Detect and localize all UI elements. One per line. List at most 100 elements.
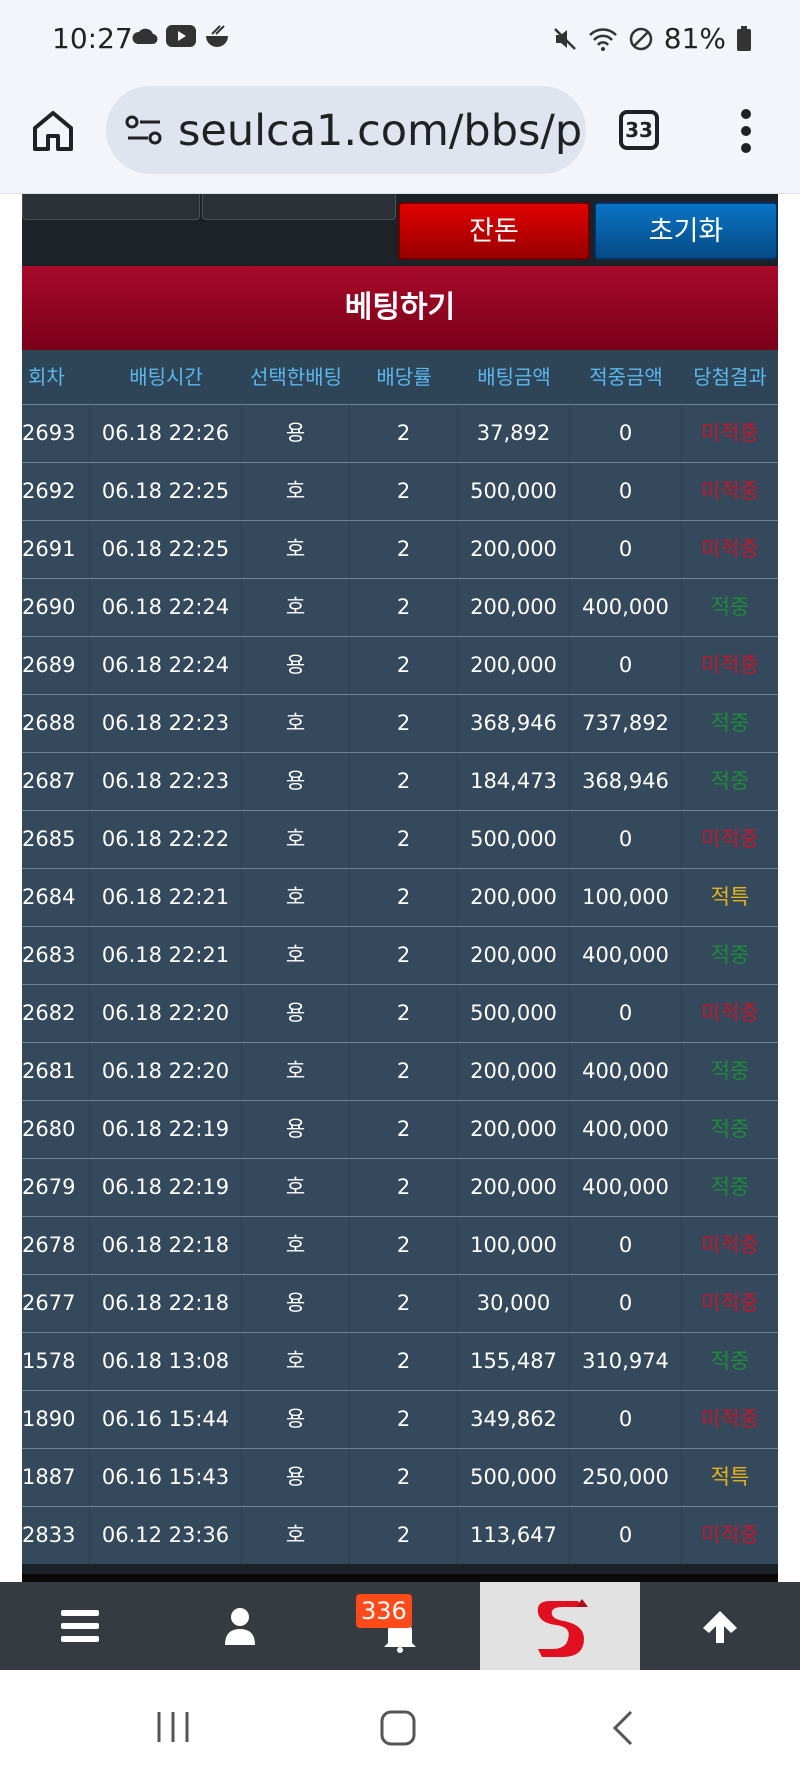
cell-time: 06.18 22:22	[90, 811, 242, 868]
table-row: 2683 06.18 22:21 호 2 200,000 400,000 적중	[22, 926, 778, 984]
section-title: 베팅하기	[22, 266, 778, 350]
cell-pick: 호	[242, 1507, 350, 1564]
cell-bet-amount: 200,000	[458, 521, 570, 578]
table-row: 2688 06.18 22:23 호 2 368,946 737,892 적중	[22, 694, 778, 752]
cell-bet-amount: 30,000	[458, 1275, 570, 1332]
cell-win-amount: 0	[570, 985, 682, 1042]
cell-win-amount: 0	[570, 1275, 682, 1332]
cell-bet-amount: 368,946	[458, 695, 570, 752]
more-icon[interactable]	[736, 108, 756, 154]
cell-win-amount: 400,000	[570, 579, 682, 636]
cell-result: 미적중	[701, 827, 759, 851]
cell-pick: 호	[242, 811, 350, 868]
bottom-navigation: 336	[0, 1582, 800, 1670]
cell-bet-amount: 155,487	[458, 1333, 570, 1390]
cell-win-amount: 0	[570, 1217, 682, 1274]
cell-bet-amount: 37,892	[458, 405, 570, 462]
table-row: 2833 06.12 23:36 호 2 113,647 0 미적중	[22, 1506, 778, 1564]
cell-win-amount: 400,000	[570, 927, 682, 984]
cell-round: 2691	[22, 521, 90, 578]
cell-time: 06.18 13:08	[90, 1333, 242, 1390]
menu-icon	[61, 1610, 99, 1642]
cell-pick: 호	[242, 869, 350, 926]
header-bet: 배팅금액	[477, 365, 551, 389]
tab-switcher-button[interactable]: 33	[619, 110, 659, 150]
url-text: seulca1.com/bbs/p	[178, 106, 583, 156]
cell-time: 06.18 22:20	[90, 985, 242, 1042]
scroll-top-button[interactable]	[640, 1582, 800, 1670]
address-bar[interactable]: seulca1.com/bbs/p	[106, 86, 586, 174]
cell-pick: 호	[242, 1043, 350, 1100]
table-row: 2685 06.18 22:22 호 2 500,000 0 미적중	[22, 810, 778, 868]
menu-button[interactable]	[0, 1582, 160, 1670]
table-row: 2684 06.18 22:21 호 2 200,000 100,000 적특	[22, 868, 778, 926]
table-row: 1890 06.16 15:44 용 2 349,862 0 미적중	[22, 1390, 778, 1448]
user-button[interactable]	[160, 1582, 320, 1670]
cell-round: 2687	[22, 753, 90, 810]
cell-time: 06.18 22:25	[90, 521, 242, 578]
balance-button[interactable]: 잔돈	[398, 202, 590, 260]
cell-odds: 2	[350, 1391, 458, 1448]
header-win: 적중금액	[589, 365, 663, 389]
cell-round: 2692	[22, 463, 90, 520]
cell-result: 미적중	[701, 1407, 759, 1431]
cell-result: 적중	[710, 1349, 750, 1373]
cell-win-amount: 0	[570, 405, 682, 462]
notification-badge: 336	[356, 1594, 412, 1628]
cell-bet-amount: 113,647	[458, 1507, 570, 1564]
cell-round: 2682	[22, 985, 90, 1042]
cell-pick: 용	[242, 1391, 350, 1448]
cell-time: 06.18 22:24	[90, 579, 242, 636]
cell-pick: 용	[242, 1101, 350, 1158]
site-settings-icon[interactable]	[124, 114, 164, 146]
cell-round: 2690	[22, 579, 90, 636]
cell-pick: 호	[242, 463, 350, 520]
cell-round: 2681	[22, 1043, 90, 1100]
status-bar: 10:27 81%	[0, 0, 800, 80]
cell-odds: 2	[350, 405, 458, 462]
youtube-icon	[166, 25, 196, 47]
cell-pick: 용	[242, 753, 350, 810]
cell-pick: 용	[242, 1275, 350, 1332]
cell-result: 미적중	[701, 421, 759, 445]
cell-odds: 2	[350, 1043, 458, 1100]
header-time: 배팅시간	[129, 365, 203, 389]
header-odds: 배당률	[376, 365, 432, 389]
cell-round: 2678	[22, 1217, 90, 1274]
cell-time: 06.18 22:26	[90, 405, 242, 462]
home-icon[interactable]	[30, 108, 76, 154]
cell-win-amount: 368,946	[570, 753, 682, 810]
cell-win-amount: 737,892	[570, 695, 682, 752]
cell-time: 06.12 23:36	[90, 1507, 242, 1564]
back-icon[interactable]	[612, 1710, 634, 1746]
recent-apps-icon[interactable]	[156, 1710, 190, 1744]
cell-result: 적중	[710, 595, 750, 619]
header-pick: 선택한배팅	[250, 365, 342, 389]
cell-pick: 호	[242, 1159, 350, 1216]
cell-time: 06.16 15:44	[90, 1391, 242, 1448]
cell-round: 2693	[22, 405, 90, 462]
cell-bet-amount: 500,000	[458, 985, 570, 1042]
top-tab-stub	[202, 194, 396, 220]
cell-odds: 2	[350, 1507, 458, 1564]
cell-pick: 호	[242, 927, 350, 984]
table-row: 2677 06.18 22:18 용 2 30,000 0 미적중	[22, 1274, 778, 1332]
user-icon	[225, 1608, 255, 1645]
site-logo-button[interactable]	[480, 1582, 640, 1670]
site-logo-icon	[537, 1599, 588, 1657]
cell-result: 미적중	[701, 537, 759, 561]
cell-result: 미적중	[701, 479, 759, 503]
cell-result: 적중	[710, 1059, 750, 1083]
cell-win-amount: 400,000	[570, 1043, 682, 1100]
cell-pick: 호	[242, 521, 350, 578]
cell-time: 06.18 22:25	[90, 463, 242, 520]
cell-result: 적특	[710, 1465, 750, 1489]
cell-pick: 호	[242, 1217, 350, 1274]
cell-win-amount: 0	[570, 463, 682, 520]
cell-bet-amount: 349,862	[458, 1391, 570, 1448]
home-nav-icon[interactable]	[380, 1710, 416, 1746]
cell-win-amount: 0	[570, 1391, 682, 1448]
cell-round: 2680	[22, 1101, 90, 1158]
cell-win-amount: 0	[570, 1507, 682, 1564]
reset-button[interactable]: 초기화	[594, 202, 778, 260]
